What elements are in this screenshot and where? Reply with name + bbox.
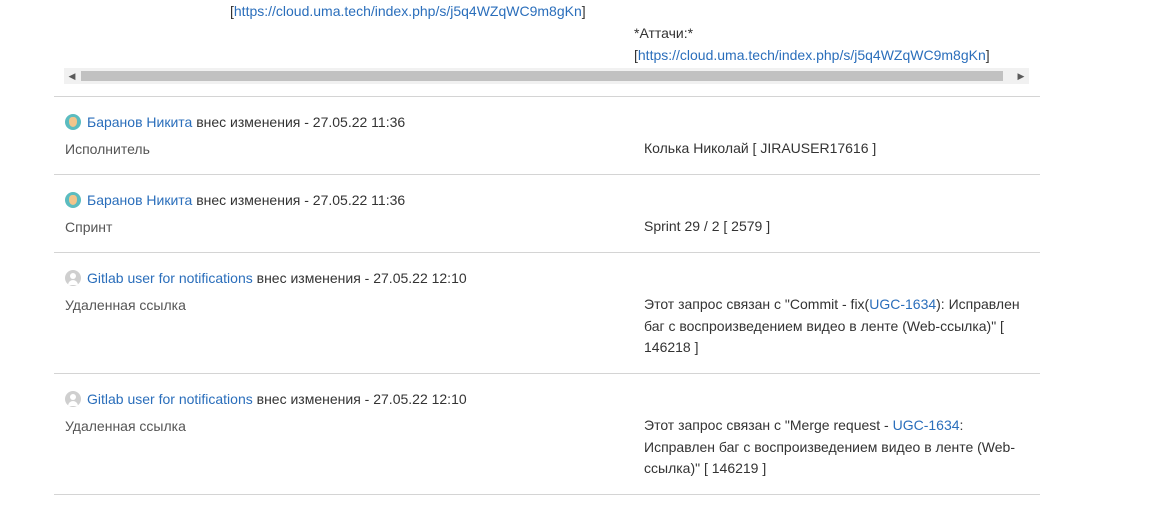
top-link-row: [https://cloud.uma.tech/index.php/s/j5q4… — [230, 1, 586, 21]
field-value: Этот запрос связан с "Commit - fix(UGC-1… — [644, 294, 1024, 359]
entry-header: Gitlab user for notifications внес измен… — [65, 389, 467, 409]
author-link[interactable]: Баранов Никита — [87, 192, 192, 208]
divider — [54, 373, 1040, 374]
divider — [54, 174, 1040, 175]
divider — [54, 96, 1040, 97]
change-action: внес изменения - 27.05.22 11:36 — [196, 114, 406, 130]
avatar-icon — [65, 192, 81, 208]
attachments-link-row: [https://cloud.uma.tech/index.php/s/j5q4… — [634, 45, 990, 65]
field-name: Исполнитель — [65, 141, 150, 157]
attachments-link[interactable]: https://cloud.uma.tech/index.php/s/j5q4W… — [638, 47, 986, 63]
value-text: Этот запрос связан с "Merge request - — [644, 417, 893, 433]
divider — [54, 494, 1040, 495]
issue-link[interactable]: UGC-1634 — [869, 296, 936, 312]
cloud-link[interactable]: https://cloud.uma.tech/index.php/s/j5q4W… — [234, 3, 582, 19]
value-text: Этот запрос связан с "Commit - fix( — [644, 296, 870, 312]
scrollbar-thumb[interactable] — [81, 71, 1003, 81]
entry-header: Баранов Никита внес изменения - 27.05.22… — [65, 190, 405, 210]
field-value: Этот запрос связан с "Merge request - UG… — [644, 415, 1024, 480]
attachments-title: *Аттачи:* — [634, 25, 694, 41]
field-value: Sprint 29 / 2 [ 2579 ] — [644, 218, 771, 234]
author-link[interactable]: Gitlab user for notifications — [87, 391, 253, 407]
change-action: внес изменения - 27.05.22 12:10 — [256, 270, 467, 286]
field-name: Удаленная ссылка — [65, 297, 186, 313]
field-name: Спринт — [65, 219, 113, 235]
divider — [54, 252, 1040, 253]
change-action: внес изменения - 27.05.22 12:10 — [256, 391, 467, 407]
horizontal-scrollbar[interactable]: ◀ ▶ — [64, 68, 1029, 84]
user-avatar-icon — [65, 270, 81, 286]
history-entry: Gitlab user for notifications внес измен… — [0, 0, 1166, 476]
user-avatar-icon — [65, 391, 81, 407]
entry-header: Gitlab user for notifications внес измен… — [65, 268, 467, 288]
scroll-right-arrow-icon[interactable]: ▶ — [1013, 68, 1029, 84]
bracket-close: ] — [985, 47, 990, 63]
entry-header: Баранов Никита внес изменения - 27.05.22… — [65, 112, 405, 132]
scroll-left-arrow-icon[interactable]: ◀ — [64, 68, 80, 84]
change-action: внес изменения - 27.05.22 11:36 — [196, 192, 406, 208]
author-link[interactable]: Gitlab user for notifications — [87, 270, 253, 286]
field-name: Удаленная ссылка — [65, 418, 186, 434]
author-link[interactable]: Баранов Никита — [87, 114, 192, 130]
bracket-close: ] — [581, 3, 586, 19]
issue-link[interactable]: UGC-1634 — [893, 417, 960, 433]
field-value: Колька Николай [ JIRAUSER17616 ] — [644, 140, 877, 156]
avatar-icon — [65, 114, 81, 130]
